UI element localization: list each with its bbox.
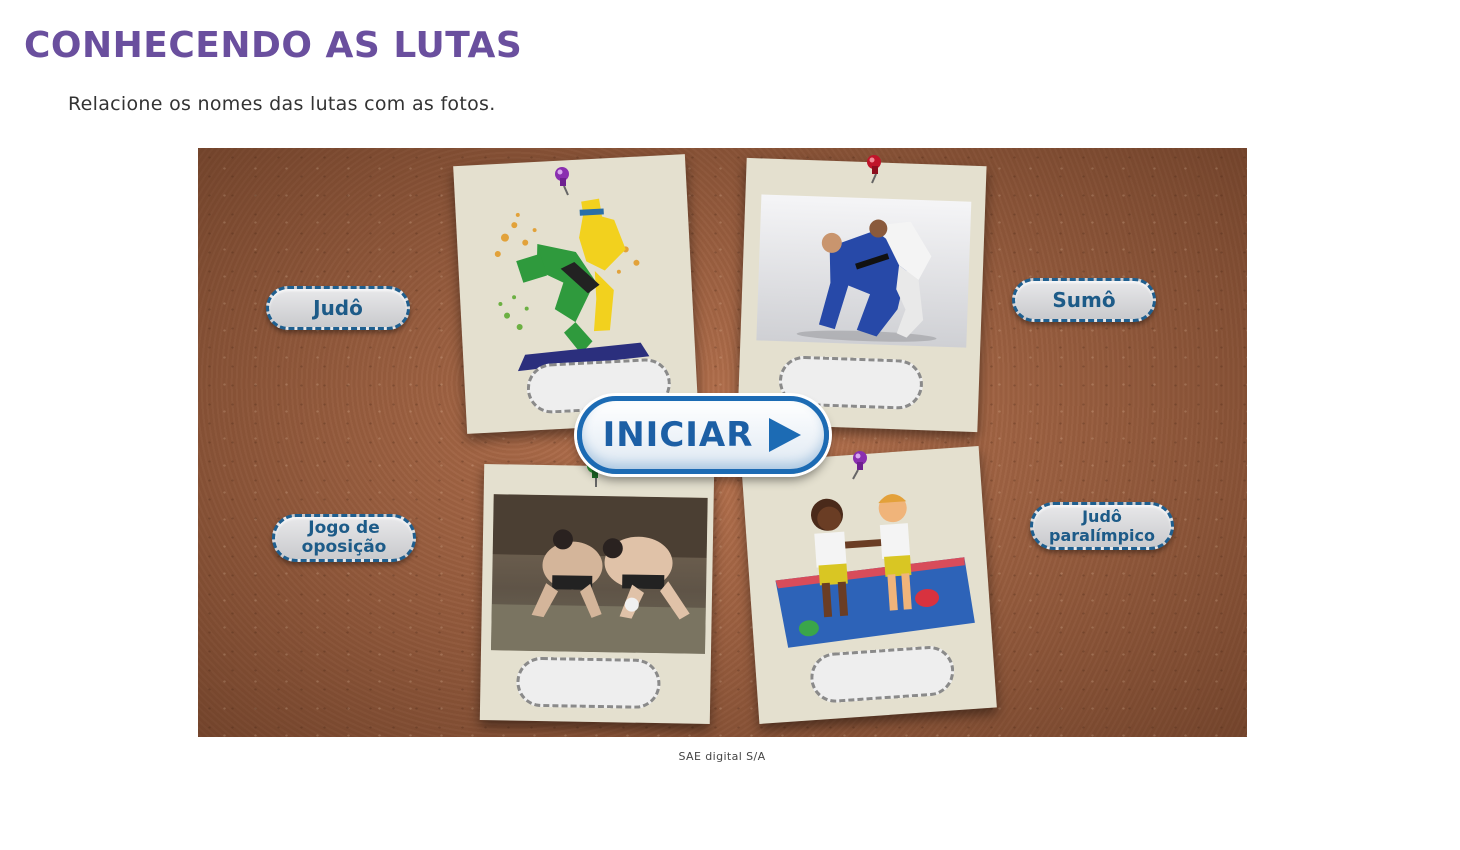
play-arrow-icon xyxy=(769,418,802,452)
label-jogo-de-oposicao[interactable]: Jogo de oposição xyxy=(272,514,416,562)
page-title: CONHECENDO AS LUTAS xyxy=(24,25,523,66)
pushpin-icon xyxy=(555,167,569,196)
matching-activity: Judô Sumô Jogo de oposição Judô paralímp… xyxy=(198,148,1247,737)
instruction-text: Relacione os nomes das lutas com as foto… xyxy=(68,93,496,115)
photo-card-4 xyxy=(741,446,997,724)
photo-card-3 xyxy=(479,464,715,724)
start-button[interactable]: INICIAR xyxy=(577,396,829,474)
pushpin-icon xyxy=(852,451,867,480)
drop-slot-3[interactable] xyxy=(516,656,661,710)
judo-photo xyxy=(756,194,972,348)
photo-card-2 xyxy=(737,157,987,433)
judo-paralimpico-pictogram xyxy=(472,177,678,378)
photo-card-1 xyxy=(453,154,699,434)
label-jogo-de-oposicao-line1: Jogo de xyxy=(308,518,380,538)
page: CONHECENDO AS LUTAS Relacione os nomes d… xyxy=(0,0,1460,850)
jogo-de-oposicao-illustration xyxy=(758,466,980,652)
label-judo[interactable]: Judô xyxy=(266,286,410,330)
sumo-photo xyxy=(491,494,708,654)
label-jogo-de-oposicao-line2: oposição xyxy=(301,537,387,557)
label-sumo[interactable]: Sumô xyxy=(1012,278,1156,322)
start-button-label: INICIAR xyxy=(602,415,754,455)
drop-slot-4[interactable] xyxy=(808,644,956,705)
label-judo-paralimpico[interactable]: Judô paralímpico xyxy=(1030,502,1174,550)
image-credit: SAE digital S/A xyxy=(678,750,766,763)
pushpin-icon xyxy=(867,155,881,184)
label-judo-paralimpico-line2: paralímpico xyxy=(1049,526,1155,545)
label-judo-paralimpico-line1: Judô xyxy=(1082,507,1122,526)
